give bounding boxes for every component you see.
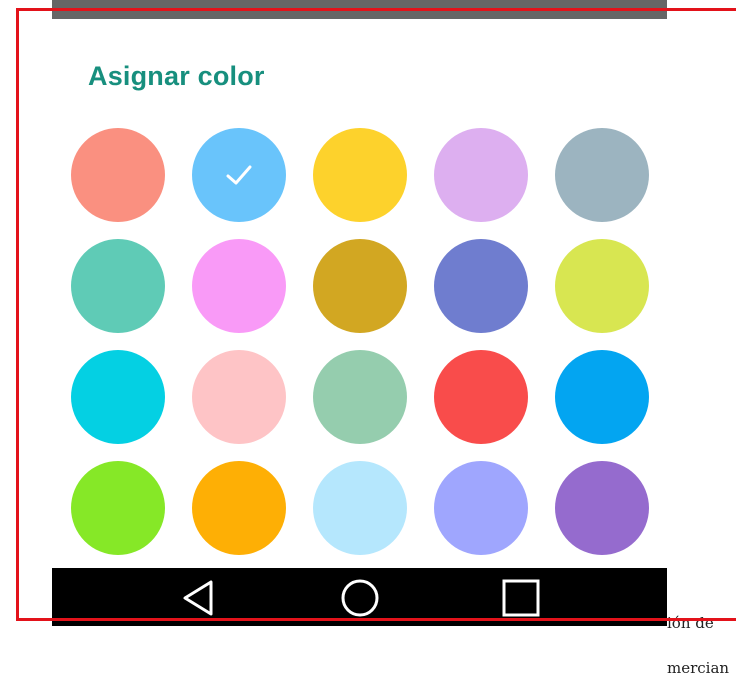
color-swatch[interactable]: [192, 350, 286, 444]
color-swatch[interactable]: [434, 239, 528, 333]
checkmark-icon: [226, 165, 252, 185]
color-swatch[interactable]: [434, 128, 528, 222]
color-swatch[interactable]: [555, 239, 649, 333]
home-icon: [341, 579, 379, 617]
color-swatch[interactable]: [71, 461, 165, 555]
assign-color-dialog: Asignar color: [52, 19, 667, 568]
color-swatch[interactable]: [192, 128, 286, 222]
color-swatch[interactable]: [71, 128, 165, 222]
navigation-bar: [52, 568, 667, 626]
color-swatch[interactable]: [555, 128, 649, 222]
color-swatch[interactable]: [71, 350, 165, 444]
back-icon: [183, 580, 213, 616]
color-swatch[interactable]: [313, 128, 407, 222]
color-swatch[interactable]: [555, 461, 649, 555]
color-swatch[interactable]: [434, 350, 528, 444]
color-swatch[interactable]: [555, 350, 649, 444]
caption-line: mercian: [667, 659, 730, 677]
color-swatch[interactable]: [192, 461, 286, 555]
caption-line: ión de: [667, 614, 714, 632]
back-button[interactable]: [169, 578, 229, 618]
background-caption: ión de mercian: [667, 586, 736, 691]
color-swatch[interactable]: [313, 239, 407, 333]
dialog-title: Asignar color: [88, 61, 265, 91]
color-swatch[interactable]: [313, 461, 407, 555]
home-button[interactable]: [330, 578, 390, 618]
status-bar: [52, 0, 667, 19]
color-swatch[interactable]: [434, 461, 528, 555]
recents-icon: [502, 579, 540, 617]
recents-button[interactable]: [491, 578, 551, 618]
color-swatch[interactable]: [192, 239, 286, 333]
color-swatch[interactable]: [313, 350, 407, 444]
color-swatch[interactable]: [71, 239, 165, 333]
